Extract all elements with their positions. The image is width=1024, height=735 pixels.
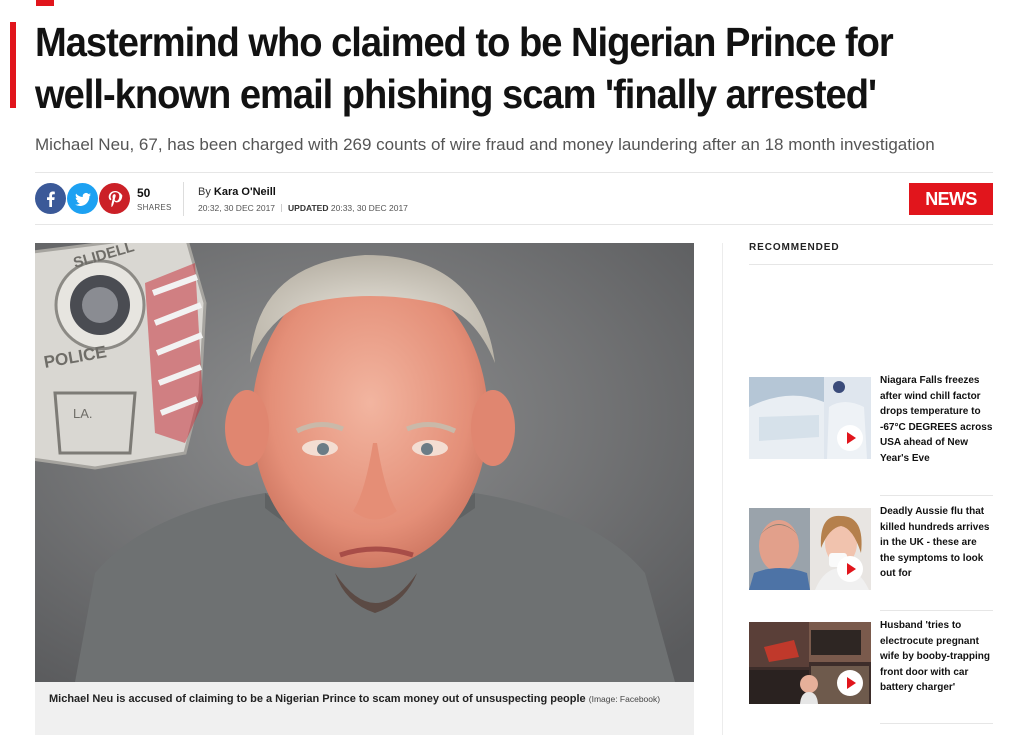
pinterest-icon xyxy=(108,190,122,207)
recommended-item[interactable]: Deadly Aussie flu that killed hundreds a… xyxy=(749,506,993,590)
brand-badge xyxy=(36,0,54,6)
article-standfirst: Michael Neu, 67, has been charged with 2… xyxy=(35,135,935,154)
image-caption: Michael Neu is accused of claiming to be… xyxy=(49,690,680,709)
divider xyxy=(880,495,993,496)
share-count: 50 xyxy=(137,186,151,200)
updated-time: 20:33, 30 DEC 2017 xyxy=(330,203,408,213)
updated-label: UPDATED xyxy=(288,203,329,213)
divider xyxy=(35,172,993,173)
recommended-heading: RECOMMENDED xyxy=(749,242,840,253)
published-time: 20:32, 30 DEC 2017 xyxy=(198,203,276,213)
play-icon xyxy=(837,556,863,582)
recommended-item[interactable]: Niagara Falls freezes after wind chill f… xyxy=(749,375,993,464)
article-dates: 20:32, 30 DEC 2017 UPDATED 20:33, 30 DEC … xyxy=(198,203,408,213)
recommended-item[interactable]: Husband 'tries to electrocute pregnant w… xyxy=(749,620,993,704)
headline-accent-bar xyxy=(10,22,16,108)
pinterest-share-button[interactable] xyxy=(99,183,130,214)
twitter-icon xyxy=(74,192,91,206)
divider xyxy=(880,610,993,611)
article-headline: Mastermind who claimed to be Nigerian Pr… xyxy=(35,19,894,117)
hero-image[interactable]: SLIDELL POLICE LA. xyxy=(35,243,694,682)
police-badge-icon: SLIDELL POLICE LA. xyxy=(35,243,207,470)
recommended-title[interactable]: Niagara Falls freezes after wind chill f… xyxy=(880,373,993,467)
recommended-thumbnail[interactable] xyxy=(749,622,871,704)
recommended-thumbnail[interactable] xyxy=(749,377,871,459)
play-icon xyxy=(837,425,863,451)
divider xyxy=(749,264,993,265)
twitter-share-button[interactable] xyxy=(67,183,98,214)
author-link[interactable]: Kara O'Neill xyxy=(214,186,276,198)
column-divider xyxy=(722,243,723,735)
recommended-title[interactable]: Deadly Aussie flu that killed hundreds a… xyxy=(880,504,993,582)
facebook-icon xyxy=(46,191,55,207)
facebook-share-button[interactable] xyxy=(35,183,66,214)
news-section-button[interactable]: NEWS xyxy=(909,183,993,215)
svg-text:LA.: LA. xyxy=(73,406,93,421)
meta-divider xyxy=(183,182,184,216)
mugshot-photo: SLIDELL POLICE LA. xyxy=(35,243,694,682)
divider xyxy=(35,224,993,225)
recommended-thumbnail[interactable] xyxy=(749,508,871,590)
play-icon xyxy=(837,670,863,696)
share-label: SHARES xyxy=(137,203,172,212)
caption-text: Michael Neu is accused of claiming to be… xyxy=(49,693,586,705)
image-credit: (Image: Facebook) xyxy=(588,694,661,704)
byline-prefix: By xyxy=(198,186,211,198)
image-caption-box: Michael Neu is accused of claiming to be… xyxy=(35,682,694,735)
divider xyxy=(880,723,993,724)
recommended-title[interactable]: Husband 'tries to electrocute pregnant w… xyxy=(880,618,993,696)
byline: By Kara O'Neill xyxy=(198,186,276,198)
